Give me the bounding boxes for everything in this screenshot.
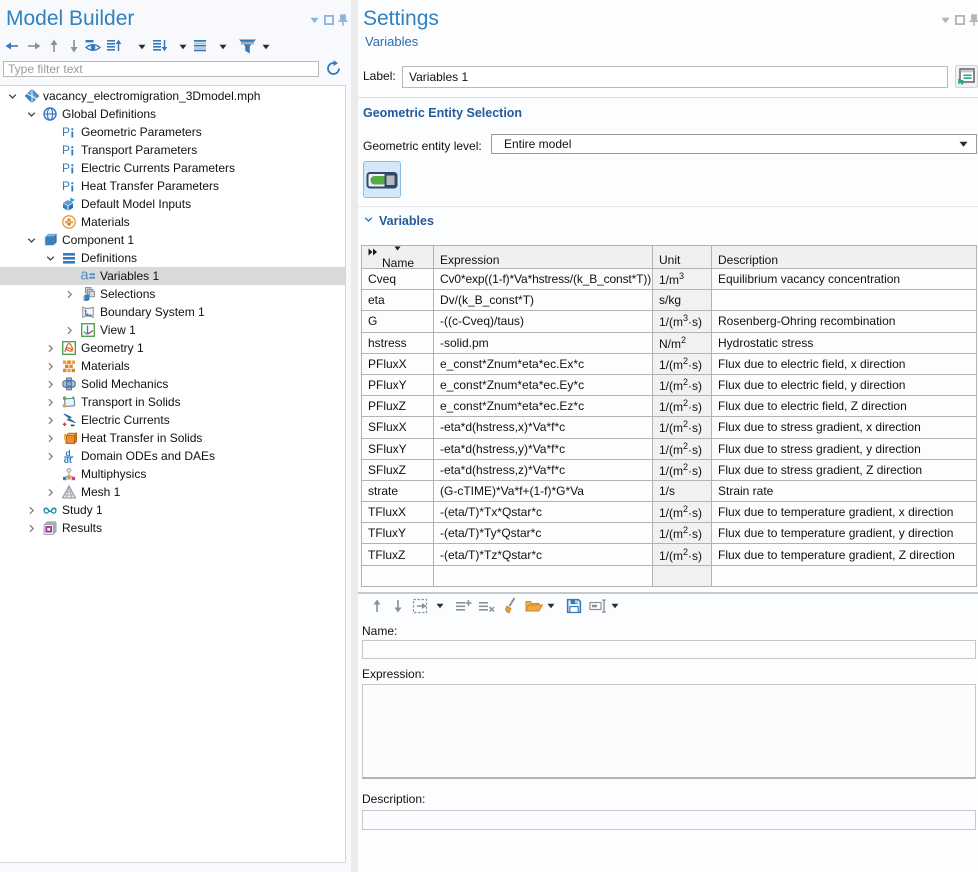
svg-text:dt: dt [64, 455, 72, 463]
svg-text:P: P [62, 143, 70, 157]
svg-text:P: P [62, 161, 70, 175]
svg-text:a: a [81, 269, 90, 283]
svg-text:P: P [62, 125, 70, 139]
svg-text:P: P [62, 179, 70, 193]
